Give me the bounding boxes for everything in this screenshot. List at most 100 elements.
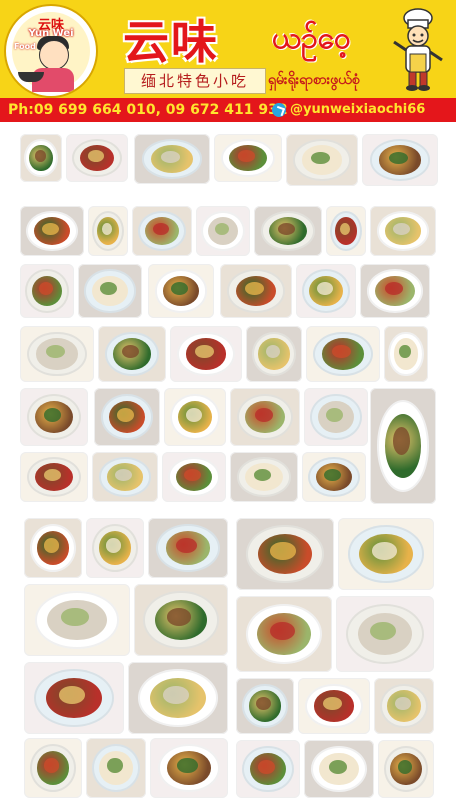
dish-photo (20, 326, 94, 382)
dish-photo (86, 738, 146, 798)
garnish-shape (160, 151, 181, 163)
garnish-shape (371, 542, 397, 560)
phone-numbers: Ph:09 699 664 010, 09 672 411 932 (8, 102, 288, 118)
dish-photo (150, 738, 228, 798)
dish-photo (236, 678, 294, 734)
garnish-shape (163, 686, 189, 704)
dish-photo (370, 388, 436, 504)
garnish-shape (384, 282, 403, 296)
brand-title-chinese: 云味 (123, 15, 219, 69)
dish-photo (286, 134, 358, 186)
dish-photo (236, 518, 334, 590)
dish-photo (230, 452, 298, 502)
dish-photo (24, 584, 130, 656)
dish-photo (20, 264, 74, 318)
garnish-shape (269, 621, 295, 641)
garnish-shape (324, 469, 342, 481)
dish-photo (214, 134, 282, 182)
garnish-shape (153, 223, 169, 235)
dish-photo (336, 596, 434, 672)
garnish-shape (317, 282, 333, 296)
garnish-shape (107, 758, 123, 773)
dish-photo (162, 452, 226, 502)
dish-photo (134, 584, 228, 656)
dish-photo (230, 388, 300, 446)
dish-photo (78, 264, 142, 318)
dish-photo (88, 206, 128, 256)
garnish-shape (270, 542, 296, 560)
logo: 云味 Yun Wei Food (4, 4, 98, 98)
garnish-shape (34, 150, 46, 162)
garnish-shape (395, 697, 411, 711)
dish-photo (304, 388, 368, 446)
garnish-shape (185, 407, 202, 422)
brand-subtitle-chinese: 缅北特色小吃 (124, 68, 266, 94)
dish-photo (24, 518, 82, 578)
garnish-shape (258, 759, 276, 774)
brand-subtitle-burmese: ရှမ်းရိုးရာစားဖွယ်စုံ (268, 72, 360, 88)
chef-mascot-icon (393, 8, 443, 91)
garnish-shape (370, 621, 396, 641)
dish-photo (236, 740, 300, 798)
dish-photo-grid (0, 122, 456, 800)
dish-photo (220, 264, 292, 318)
contact-bar: Ph:09 699 664 010, 09 672 411 932 @yunwe… (0, 98, 456, 122)
dish-photo (246, 326, 302, 382)
garnish-shape (42, 223, 60, 235)
dish-photo (362, 134, 438, 186)
garnish-shape (166, 608, 192, 626)
dish-photo (374, 678, 434, 734)
telegram-handle: @yunweixiaochi66 (290, 102, 426, 117)
dish-photo (148, 264, 214, 318)
dish-photo (304, 740, 374, 798)
garnish-shape (214, 223, 229, 235)
dish-photo (148, 518, 228, 578)
dish-photo (164, 388, 226, 446)
garnish-shape (184, 469, 202, 481)
dish-photo (306, 326, 380, 382)
logo-food-label: Food (14, 42, 36, 51)
dish-photo (170, 326, 242, 382)
dish-photo (360, 264, 430, 318)
garnish-shape (117, 407, 135, 422)
dish-photo (196, 206, 250, 256)
dish-photo (20, 206, 84, 256)
dish-photo (298, 678, 370, 734)
dish-photo (94, 388, 160, 446)
dish-photo (132, 206, 192, 256)
dish-photo (384, 326, 428, 382)
dish-photo (236, 596, 332, 672)
dish-photo (20, 134, 62, 182)
dish-photo (20, 388, 88, 446)
dish-photo (66, 134, 128, 182)
dish-photo (24, 662, 124, 734)
dish-photo (254, 206, 322, 256)
dish-photo (370, 206, 436, 256)
garnish-shape (61, 608, 89, 626)
chef-face-icon (39, 40, 69, 70)
dish-photo (338, 518, 434, 590)
header-banner: 云味 Yun Wei Food 云味 ယဉ်ဝေ့ 缅北特色小吃 ရှမ်းရိ… (0, 0, 456, 98)
garnish-shape (326, 407, 344, 422)
dish-photo (24, 738, 82, 798)
garnish-shape (237, 150, 256, 162)
dish-photo (134, 134, 210, 184)
garnish-shape (311, 151, 330, 165)
garnish-shape (176, 538, 197, 553)
garnish-shape (59, 686, 85, 704)
telegram-icon (272, 103, 286, 117)
brand-title-burmese: ယဉ်ဝေ့ (272, 21, 351, 56)
dish-photo (128, 662, 228, 734)
garnish-shape (397, 759, 413, 774)
dish-photo (302, 452, 366, 502)
dish-photo (296, 264, 356, 318)
dish-photo (326, 206, 366, 256)
garnish-shape (87, 150, 104, 162)
dish-photo (20, 452, 88, 502)
garnish-shape (43, 407, 62, 422)
garnish-shape (177, 758, 198, 773)
dish-photo (98, 326, 166, 382)
dish-photo (378, 740, 434, 798)
garnish-shape (254, 407, 273, 422)
garnish-shape (328, 759, 347, 774)
